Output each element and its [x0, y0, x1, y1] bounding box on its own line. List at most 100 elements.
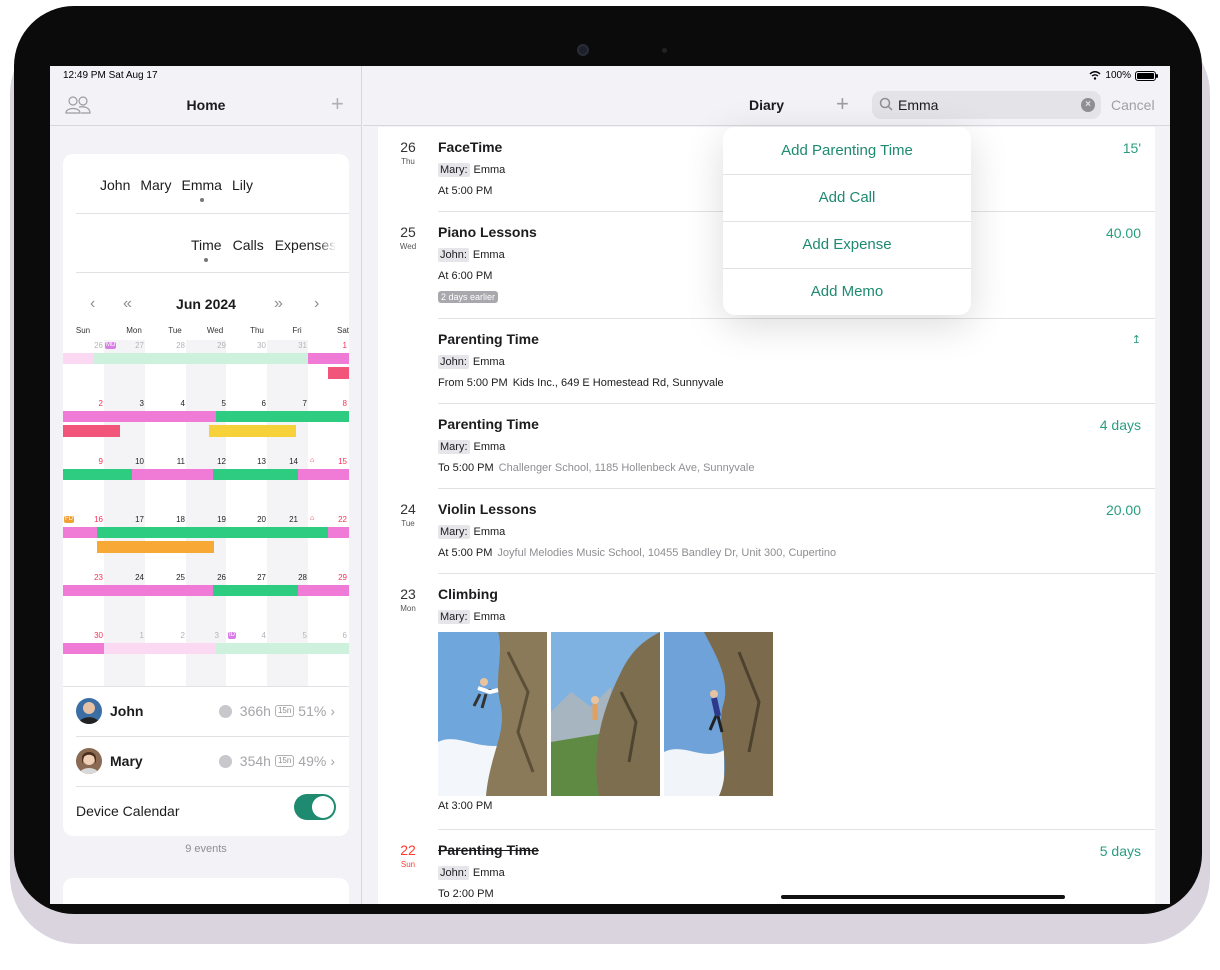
- person-row-john[interactable]: John 366h 15n 51% ›: [63, 686, 349, 735]
- calendar-day[interactable]: 3: [108, 399, 144, 408]
- calendar-day[interactable]: 5: [271, 631, 307, 640]
- calendar-day[interactable]: 18: [149, 515, 185, 524]
- home-indicator[interactable]: [781, 895, 1065, 899]
- calendar-week-6: 30 1 2 3 ID 4 5 6: [63, 630, 349, 688]
- category-expenses[interactable]: Expenses: [275, 237, 336, 253]
- calendar-day[interactable]: 19: [190, 515, 226, 524]
- device-calendar-toggle[interactable]: [294, 794, 336, 820]
- calendar-day[interactable]: 8: [311, 399, 347, 408]
- member-emma[interactable]: Emma: [181, 177, 222, 202]
- diary-entry[interactable]: 23 Mon Climbing Mary: Emma At 3:00 PM: [378, 574, 1155, 830]
- calendar-day[interactable]: 1: [108, 631, 144, 640]
- member-mary[interactable]: Mary: [140, 177, 171, 193]
- calendar-day[interactable]: 31: [271, 341, 307, 350]
- divider: [76, 213, 349, 214]
- calendar-day[interactable]: 15: [311, 457, 347, 466]
- event-bar: [132, 469, 213, 480]
- calendar-day[interactable]: 27: [230, 573, 266, 582]
- calendar-day[interactable]: 21: [262, 515, 298, 524]
- calendar-day[interactable]: 3: [183, 631, 219, 640]
- category-time[interactable]: Time: [191, 237, 222, 262]
- calendar-day[interactable]: 26: [67, 341, 103, 350]
- calendar-day[interactable]: 26: [190, 573, 226, 582]
- calendar-day[interactable]: 4: [230, 631, 266, 640]
- clear-search-icon[interactable]: ×: [1081, 98, 1095, 112]
- calendar-day[interactable]: 12: [190, 457, 226, 466]
- member-lily[interactable]: Lily: [232, 177, 253, 193]
- next-year-icon[interactable]: »: [274, 295, 283, 313]
- calendar-day[interactable]: 17: [108, 515, 144, 524]
- calendar-day[interactable]: 6: [311, 631, 347, 640]
- next-month-icon[interactable]: ›: [314, 295, 319, 313]
- climbing-photo[interactable]: [664, 632, 773, 796]
- chevron-right-icon: ›: [330, 703, 335, 719]
- entry-time-text: At 3:00 PM: [438, 800, 493, 812]
- toggle-knob: [312, 796, 334, 818]
- calendar-day[interactable]: 11: [149, 457, 185, 466]
- add-icon[interactable]: +: [331, 93, 344, 115]
- calendar-day[interactable]: 14: [262, 457, 298, 466]
- entry-time-text: At 5:00 PM: [438, 547, 493, 559]
- search-input[interactable]: Emma: [898, 97, 938, 113]
- entry-title: Parenting Time: [438, 416, 539, 432]
- calendar-day[interactable]: 10: [108, 457, 144, 466]
- search-field[interactable]: Emma ×: [872, 91, 1101, 119]
- events-count: 9 events: [185, 843, 227, 855]
- calendar-day[interactable]: 2: [149, 631, 185, 640]
- calendar-day[interactable]: 28: [149, 341, 185, 350]
- add-memo-item[interactable]: Add Memo: [723, 268, 971, 315]
- diary-entry[interactable]: Parenting Time Mary: Emma To 5:00 PM Chall…: [378, 404, 1155, 489]
- calendar-week-5: 23 24 25 26 27 28 29: [63, 572, 349, 630]
- calendar-day[interactable]: 7: [271, 399, 307, 408]
- person-row-mary[interactable]: Mary 354h 15n 49% ›: [63, 736, 349, 785]
- category-time-label: Time: [191, 237, 222, 253]
- calendar-day[interactable]: 2: [67, 399, 103, 408]
- entry-title: Parenting Time: [438, 331, 539, 347]
- cancel-button[interactable]: Cancel: [1111, 97, 1155, 113]
- calendar-day[interactable]: 24: [108, 573, 144, 582]
- entry-title: Parenting Time: [438, 842, 539, 858]
- member-emma-label: Emma: [181, 177, 222, 193]
- add-expense-item[interactable]: Add Expense: [723, 221, 971, 268]
- climbing-photo[interactable]: [551, 632, 660, 796]
- entry-value: 20.00: [1105, 502, 1141, 518]
- event-bar: [298, 585, 349, 596]
- diary-entry[interactable]: 24 Tue Violin Lessons Mary: Emma At 5:00 …: [378, 489, 1155, 574]
- percent: 49%: [298, 753, 327, 769]
- calendar-day[interactable]: 27: [108, 341, 144, 350]
- calendar-day[interactable]: 9: [67, 457, 103, 466]
- selected-dot: [199, 198, 204, 202]
- calendar-day[interactable]: 30: [67, 631, 103, 640]
- category-calls[interactable]: Calls: [233, 237, 264, 253]
- entry-title: Violin Lessons: [438, 501, 537, 517]
- diary-entry[interactable]: 22 Sun Parenting Time John: Emma To 2:00 …: [378, 830, 1155, 904]
- add-icon[interactable]: +: [836, 93, 849, 115]
- add-call-item[interactable]: Add Call: [723, 174, 971, 221]
- entry-day: 25: [400, 224, 416, 240]
- calendar-day[interactable]: 30: [230, 341, 266, 350]
- calendar-day[interactable]: 1: [311, 341, 347, 350]
- calendar-day[interactable]: 6: [230, 399, 266, 408]
- calendar-day[interactable]: 25: [149, 573, 185, 582]
- divider: [76, 786, 349, 787]
- entry-day: 23: [400, 586, 416, 602]
- sidebar: Home + John Mary Emma Lily Time Calls Ex…: [50, 66, 362, 904]
- calendar-day[interactable]: 28: [271, 573, 307, 582]
- climbing-photo[interactable]: [438, 632, 547, 796]
- calendar-day[interactable]: 29: [190, 341, 226, 350]
- person-stats: 366h 15n 51% ›: [218, 703, 335, 719]
- calendar-day[interactable]: 23: [67, 573, 103, 582]
- calendar-day[interactable]: 4: [149, 399, 185, 408]
- diary-entry[interactable]: Parenting Time John: Emma From 5:00 PM Kid…: [378, 319, 1155, 404]
- calendar-day[interactable]: 16: [67, 515, 103, 524]
- calendar-day[interactable]: 22: [311, 515, 347, 524]
- entry-participants: John: Emma: [438, 866, 505, 880]
- calendar-day[interactable]: 20: [230, 515, 266, 524]
- add-parenting-time-item[interactable]: Add Parenting Time: [723, 127, 971, 174]
- calendar-day[interactable]: 29: [311, 573, 347, 582]
- member-john[interactable]: John: [100, 177, 130, 193]
- month-calendar: 26 MD 27 28 29 30 31 1 2 3 4 5 6 7 8 9 1…: [63, 340, 349, 686]
- calendar-day[interactable]: 5: [190, 399, 226, 408]
- entry-title: FaceTime: [438, 139, 503, 155]
- calendar-day[interactable]: 13: [230, 457, 266, 466]
